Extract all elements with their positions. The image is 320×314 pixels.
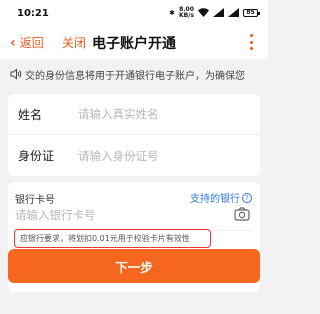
id-row: 身份证 xyxy=(8,135,260,176)
status-time: 10:21 xyxy=(17,7,49,19)
id-label: 身份证 xyxy=(18,149,55,163)
status-bar: 10:21 ✱ 8.00 KB/s 85 xyxy=(0,0,268,26)
bluetooth-icon: ✱ xyxy=(169,9,175,17)
speaker-icon xyxy=(10,68,22,80)
wifi-icon xyxy=(198,7,209,19)
bank-card-input[interactable] xyxy=(15,204,215,226)
battery-icon: 85 xyxy=(243,9,260,17)
signal-icon-2 xyxy=(228,7,239,19)
id-number-input[interactable] xyxy=(78,145,248,166)
notice-text: 交的身份信息将用于开通银行电子账户，为确保您 xyxy=(25,70,245,82)
verification-tip: 应银行要求，将划扣0.01元用于校验卡片有效性 xyxy=(20,234,190,243)
network-speed: 8.00 KB/s xyxy=(179,7,194,19)
nav-bar: ‹ 返回 关闭 电子账户开通 xyxy=(0,26,268,59)
name-row: 姓名 xyxy=(8,94,260,135)
more-menu-icon[interactable] xyxy=(248,34,254,50)
help-icon: ? xyxy=(242,192,252,203)
notice-banner: 交的身份信息将用于开通银行电子账户，为确保您 xyxy=(0,59,268,89)
supported-banks-label: 支持的银行 xyxy=(190,194,240,205)
identity-form: 姓名 身份证 xyxy=(8,94,260,176)
network-speed-unit: KB/s xyxy=(179,12,194,19)
name-input[interactable] xyxy=(78,104,248,124)
name-label: 姓名 xyxy=(18,107,43,122)
signal-icon xyxy=(213,7,224,19)
supported-banks-link[interactable]: 支持的银行 ? xyxy=(190,190,252,205)
status-icons: ✱ 8.00 KB/s 85 xyxy=(169,7,260,19)
next-button[interactable]: 下一步 xyxy=(8,249,260,283)
page-title: 电子账户开通 xyxy=(92,36,176,52)
camera-icon[interactable] xyxy=(234,207,250,221)
